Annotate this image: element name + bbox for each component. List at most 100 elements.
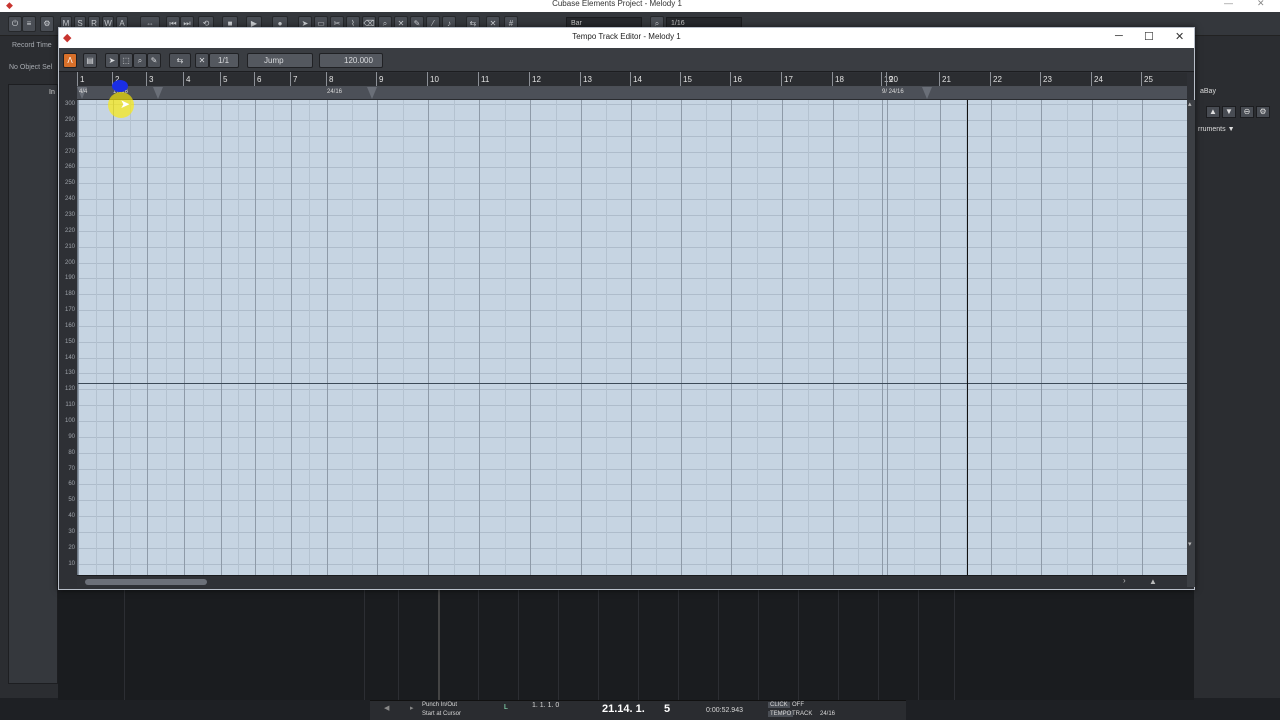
horizontal-scroll-thumb[interactable] [85, 579, 207, 585]
grid-hline [78, 294, 1188, 295]
signature-marker[interactable] [367, 87, 377, 99]
quantize-select[interactable]: 1/1 [209, 53, 239, 68]
tempo-curve-line[interactable] [78, 383, 1188, 384]
minimize-icon[interactable]: — [1224, 0, 1233, 8]
zoom-slider-icon[interactable]: ▲ [1149, 577, 1157, 586]
transport-arrow-icon[interactable]: ◀ [384, 704, 389, 712]
grid-hline [78, 516, 1188, 517]
ruler-bar-number: 9 [379, 75, 384, 84]
ruler-tick [1040, 72, 1041, 86]
tempo-scale-label: 250 [64, 180, 75, 187]
tempo-scale-label: 260 [64, 164, 75, 171]
signature-display: 24/16 [820, 711, 836, 717]
pointer-tool-icon[interactable]: ➤ [105, 53, 119, 68]
jump-mode-select[interactable]: Jump [247, 53, 313, 68]
punch-icon[interactable]: ▸ [410, 704, 414, 712]
close-icon[interactable]: ✕ [1175, 30, 1184, 43]
tempo-button[interactable]: TEMPO [768, 711, 794, 717]
settings-icon[interactable]: ⚙ [1256, 106, 1270, 118]
position-display[interactable]: 21.14. 1. [602, 703, 645, 715]
grid-vline-minor [454, 100, 455, 575]
ruler-bar-number: 12 [532, 75, 541, 84]
tempo-scale-label: 40 [68, 513, 75, 520]
list-icon[interactable]: ≡ [22, 16, 36, 32]
grid-vline-minor [273, 100, 274, 575]
grid-vline [78, 100, 79, 575]
time-signature-label[interactable]: 24/16 [327, 89, 342, 95]
time-signature-label[interactable]: 4/4 [79, 89, 87, 95]
grid-hline [78, 152, 1188, 153]
tempo-curve-area[interactable] [77, 100, 1188, 575]
signature-marker[interactable] [153, 87, 163, 99]
ruler-bar-number: 6 [257, 75, 262, 84]
bar-ruler[interactable]: 1234567891011121314151617181920212223242… [77, 72, 1187, 87]
grid-vline [479, 100, 480, 575]
maximize-icon[interactable]: ☐ [1144, 30, 1154, 43]
position-sub-display[interactable]: 5 [664, 703, 670, 715]
snap-toggle-icon[interactable]: ✕ [195, 53, 209, 68]
scroll-right-icon[interactable]: › [1123, 576, 1126, 585]
right-panel-label: aBay [1200, 88, 1216, 95]
time-display[interactable]: 0:00:52.943 [706, 707, 743, 714]
click-button[interactable]: CLICK [768, 702, 790, 708]
scroll-down-icon[interactable]: ▾ [1188, 540, 1192, 548]
grid-vline-minor [96, 100, 97, 575]
grid-hline [78, 342, 1188, 343]
gear-icon[interactable]: ⚙ [40, 16, 54, 32]
signature-lane[interactable]: 4/417/1624/169/ 24/16 [77, 87, 1187, 100]
ruler-bar-number: 20 [889, 75, 898, 84]
solo-editor-icon[interactable]: Λ [63, 53, 77, 68]
ruler-tick [781, 72, 782, 86]
grid-hline [78, 469, 1188, 470]
grid-vline-minor [914, 100, 915, 575]
horizontal-scrollbar[interactable]: › ▲ [77, 575, 1187, 587]
tempo-field[interactable]: 120.000 [319, 53, 383, 68]
arrow-up-icon[interactable]: ▲ [1206, 106, 1220, 118]
info-line-icon[interactable]: ▤ [83, 53, 97, 68]
vertical-scrollbar[interactable]: ▴ ▾ [1187, 100, 1195, 575]
grid-vline-minor [403, 100, 404, 575]
project-cursor[interactable] [967, 100, 968, 575]
snap-icon[interactable]: ⇆ [169, 53, 191, 68]
menu-icon[interactable]: ⊖ [1240, 106, 1254, 118]
close-icon[interactable]: ✕ [1257, 0, 1265, 9]
draw-tool-icon[interactable]: ✎ [147, 53, 161, 68]
in-label: In [49, 89, 55, 96]
tempo-scale-label: 290 [64, 116, 75, 123]
ruler-bar-number: 7 [293, 75, 298, 84]
tempo-scale: 300 290 280 270 260 250 240 230 220 210 200 190 180 1… [59, 100, 77, 575]
grid-hline [78, 373, 1188, 374]
zoom-tool-icon[interactable]: ⌕ [133, 53, 147, 68]
ruler-tick [427, 72, 428, 86]
bg-column [718, 590, 719, 700]
bg-column [438, 590, 440, 700]
left-locator-icon[interactable]: L [504, 704, 508, 711]
tempo-scale-label: 90 [68, 433, 75, 440]
bg-column [124, 590, 125, 700]
tempo-scale-label: 110 [65, 402, 75, 409]
grid-vline [327, 100, 328, 575]
tempo-scale-label: 150 [64, 338, 75, 345]
tempo-scale-label: 10 [68, 560, 75, 567]
signature-marker[interactable] [922, 87, 932, 99]
grid-vline [681, 100, 682, 575]
grid-vline [1142, 100, 1143, 575]
tempo-scale-label: 20 [68, 544, 75, 551]
punch-label[interactable]: Punch In/Out [422, 702, 457, 708]
instruments-menu[interactable]: rruments ▼ [1198, 126, 1235, 133]
time-signature-label[interactable]: 9/ 24/16 [882, 89, 904, 95]
scroll-up-icon[interactable]: ▴ [1188, 100, 1192, 108]
power-icon[interactable]: ⏻ [8, 16, 22, 32]
grid-vline [147, 100, 148, 575]
grid-vline-minor [309, 100, 310, 575]
range-tool-icon[interactable]: ⬚ [119, 53, 133, 68]
tempo-scale-label: 170 [64, 307, 75, 314]
grid-hline [78, 183, 1188, 184]
left-locator-value[interactable]: 1. 1. 1. 0 [532, 702, 559, 709]
ruler-tick [290, 72, 291, 86]
bg-column [678, 590, 679, 700]
arrow-down-icon[interactable]: ▼ [1222, 106, 1236, 118]
grid-vline-minor [1067, 100, 1068, 575]
start-cursor-label[interactable]: Start at Cursor [422, 711, 461, 717]
minimize-icon[interactable]: ─ [1115, 30, 1123, 42]
